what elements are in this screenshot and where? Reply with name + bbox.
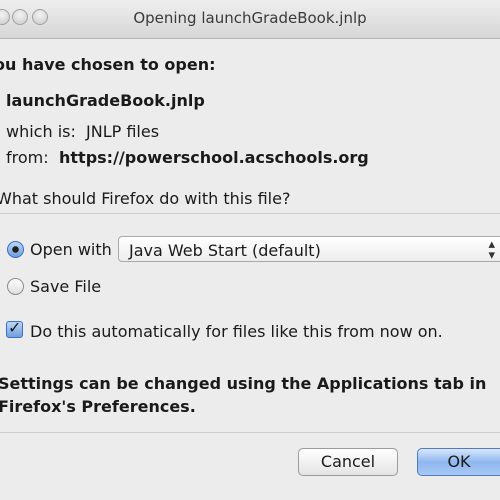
save-file-radio[interactable] [7, 278, 24, 295]
settings-note-line2: Firefox's Preferences. [0, 397, 196, 416]
title-bar[interactable]: Opening launchGradeBook.jnlp [0, 0, 500, 39]
ok-button[interactable]: OK [417, 448, 500, 476]
cancel-button[interactable]: Cancel [298, 448, 398, 476]
auto-action-checkbox[interactable]: ✓ [6, 318, 23, 338]
section-divider [0, 213, 500, 214]
dialog-window: Opening launchGradeBook.jnlp ou have cho… [0, 0, 500, 500]
dialog-heading: ou have chosen to open: [0, 55, 216, 74]
which-is-label: which is: [6, 122, 76, 141]
auto-action-label[interactable]: Do this automatically for files like thi… [30, 322, 443, 341]
action-question: What should Firefox do with this file? [0, 189, 291, 208]
select-arrows-icon: ▴ ▾ [488, 237, 495, 263]
application-select[interactable]: Java Web Start (default) ▴ ▾ [118, 236, 500, 262]
source-url: https://powerschool.acschools.org [59, 148, 369, 167]
open-with-radio[interactable] [7, 241, 24, 258]
checkmark-icon: ✓ [8, 318, 22, 337]
window-title: Opening launchGradeBook.jnlp [133, 9, 367, 27]
file-type-value: JNLP files [86, 122, 160, 141]
footer-divider [0, 432, 500, 433]
open-with-label[interactable]: Open with [30, 240, 112, 259]
ok-button-label: OK [447, 452, 471, 471]
settings-note-line1: Settings can be changed using the Applic… [0, 374, 487, 393]
from-label: from: [6, 148, 49, 167]
application-select-value: Java Web Start (default) [129, 241, 321, 260]
save-file-label[interactable]: Save File [30, 277, 101, 296]
file-name: launchGradeBook.jnlp [6, 91, 205, 110]
